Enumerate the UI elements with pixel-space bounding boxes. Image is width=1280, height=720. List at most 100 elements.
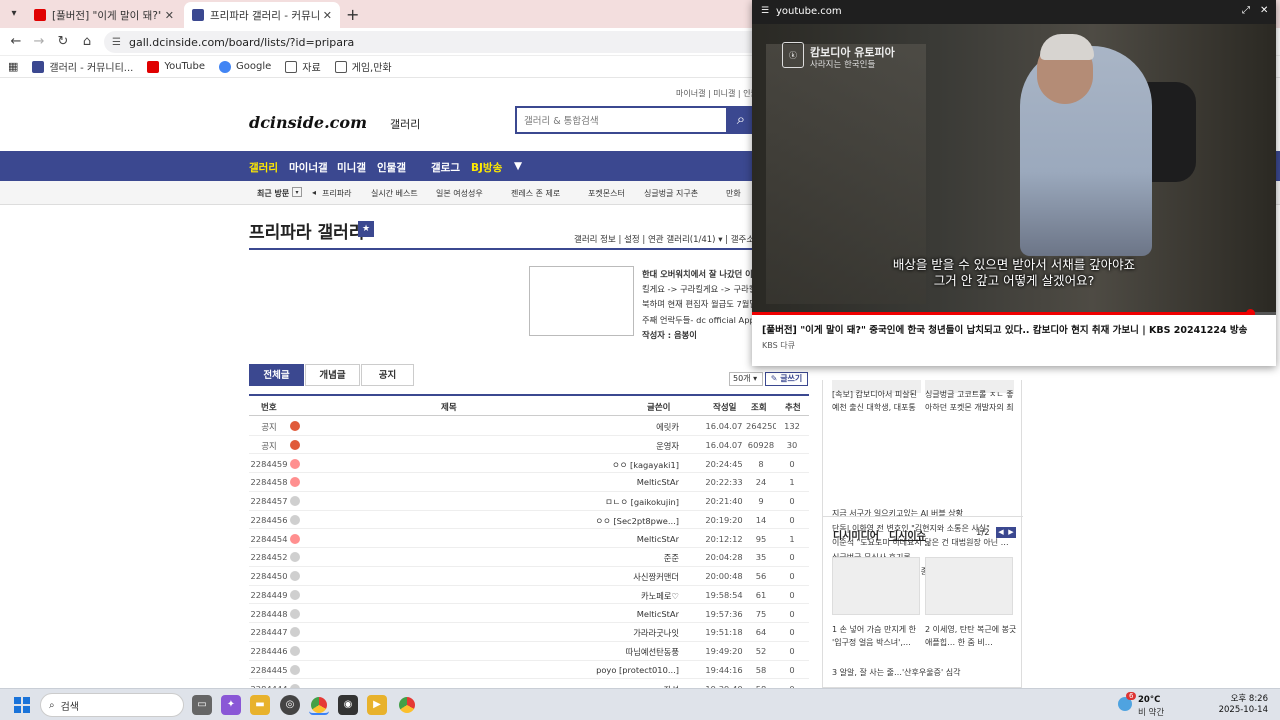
recent-item[interactable]: 포켓몬스터 bbox=[588, 188, 625, 199]
nav-bj[interactable]: BJ방송 bbox=[471, 160, 502, 175]
news-thumbnail[interactable] bbox=[529, 266, 634, 336]
side-news-item[interactable]: 북하며 현재 편집자 월급도 7월달 bbox=[642, 298, 756, 310]
post-writer[interactable]: MelticStAr bbox=[579, 477, 679, 487]
reload-icon[interactable]: ↻ bbox=[55, 34, 71, 50]
prev-icon[interactable]: ◀ bbox=[996, 527, 1006, 538]
table-row[interactable]: 2284452승리를 리스펙트하는 리듬이 준준20:04:28350 bbox=[249, 548, 809, 567]
site-logo[interactable]: dcinside.com bbox=[249, 113, 367, 132]
recent-toggle-icon[interactable]: ▾ bbox=[292, 187, 302, 197]
recent-item[interactable]: 실시간 베스트 bbox=[371, 188, 418, 199]
nav-person[interactable]: 인물갤 bbox=[377, 160, 406, 175]
app-icon[interactable]: ◎ bbox=[280, 695, 300, 715]
back-icon[interactable]: ← bbox=[8, 34, 24, 50]
progress-bar[interactable] bbox=[752, 309, 1276, 315]
chrome-icon[interactable] bbox=[309, 695, 329, 715]
close-tab-icon[interactable]: ✕ bbox=[323, 9, 332, 22]
post-writer[interactable]: 운영자 bbox=[579, 440, 679, 452]
tab-concept-posts[interactable]: 개념글 bbox=[305, 364, 360, 386]
task-view-icon[interactable]: ▭ bbox=[192, 695, 212, 715]
nav-mini[interactable]: 미니갤 bbox=[337, 160, 366, 175]
post-writer[interactable]: 사신짱커맨더 bbox=[579, 571, 679, 583]
table-row[interactable]: 2284445지혜 [9]poyo [protect010...]19:44:1… bbox=[249, 661, 809, 680]
bookmark-folder-data[interactable]: 자료 bbox=[285, 59, 321, 74]
video-title[interactable]: [풀버전] "이게 말이 돼?" 중국인에 한국 청년들이 납치되고 있다.. … bbox=[762, 322, 1266, 336]
table-row[interactable]: 공지프리파라 갤러리 이용안내 [132/1]운영자16.04.07609283… bbox=[249, 436, 809, 455]
table-row[interactable]: 공지★프리파라 갤러리에 오신 것을 환영합니다~ ★ [213]에릿카16.0… bbox=[249, 417, 809, 436]
table-row[interactable]: 2284444멀게 [7]자선19:39:40580 bbox=[249, 680, 809, 688]
tab-search-button[interactable]: ▾ bbox=[6, 6, 22, 22]
media-thumbnail[interactable] bbox=[925, 557, 1013, 615]
media-tab-dcmedia[interactable]: 디시미디어 bbox=[833, 527, 879, 542]
nav-minor[interactable]: 마이너갤 bbox=[289, 160, 328, 175]
table-row[interactable]: 2284454프리파라 아이카츠 극장판 앨범 수록곡 구드 [17]Melti… bbox=[249, 530, 809, 549]
close-icon[interactable]: ✕ bbox=[1260, 5, 1268, 16]
post-writer[interactable]: ㅇㅇ [Sec2pt8pwe...] bbox=[579, 515, 679, 527]
media-caption[interactable]: 2 이세영, 탄탄 복근에 봉긋 애플힙… 한 줌 비… bbox=[925, 623, 1017, 649]
back-to-tab-icon[interactable]: ⤢ bbox=[1242, 5, 1250, 16]
top-links[interactable]: 마이너갤 | 미니갤 | 인물 bbox=[676, 88, 758, 99]
bookmark-folder-games[interactable]: 게임,만화 bbox=[334, 59, 392, 74]
side-news-item[interactable]: 주째 언락두들- dc official App- bbox=[642, 314, 756, 326]
bookmark-gallery[interactable]: 갤러리 - 커뮤니티... bbox=[32, 59, 133, 74]
thumb-caption[interactable]: 싱글벙글 고코트롤 ㅈㄴ 좋아하던 포켓몬 개발자의 최 bbox=[925, 388, 1017, 416]
video-player[interactable]: ⓚ 캄보디아 유토피아 사라지는 한국인들 배상을 받을 수 있으면 받아서 서… bbox=[752, 24, 1276, 315]
post-writer[interactable]: 에릿카 bbox=[579, 421, 679, 433]
copilot-icon[interactable]: ✦ bbox=[221, 695, 241, 715]
table-row[interactable]: 2284449논의 정액 [3]카노페로♡19:58:54610 bbox=[249, 586, 809, 605]
post-writer[interactable]: ㅁㄴㅇ [gaikokujin] bbox=[579, 496, 679, 508]
close-tab-icon[interactable]: ✕ bbox=[165, 9, 174, 22]
recent-item[interactable]: 일본 여성성우 bbox=[436, 188, 483, 199]
picture-in-picture-window[interactable]: ☰ youtube.com ⤢ ✕ ⓚ 캄보디아 유토피아 사라지는 한국인들 … bbox=[752, 0, 1276, 366]
address-bar[interactable]: ☰ gall.dcinside.com/board/lists/?id=prip… bbox=[104, 31, 764, 53]
post-writer[interactable]: 가라라굿나잇 bbox=[579, 627, 679, 639]
nav-more-icon[interactable]: ▼ bbox=[514, 160, 522, 172]
tab-dcinside[interactable]: 프리파라 갤러리 - 커뮤니티 포 ✕ bbox=[184, 2, 340, 28]
thumb-caption[interactable]: [속보] 캄보디아서 피살된 예천 출신 대학생, 대포통 bbox=[832, 388, 924, 416]
recent-visit[interactable]: 최근 방문 bbox=[257, 188, 289, 199]
windows-start-icon[interactable] bbox=[14, 697, 30, 713]
search-input[interactable]: 갤러리 & 통합검색 bbox=[515, 106, 728, 134]
write-button[interactable]: ✎ 글쓰기 bbox=[765, 372, 808, 386]
taskbar-search[interactable]: ⌕ 검색 bbox=[40, 693, 184, 717]
table-row[interactable]: 2284447건방진넨 [6]가라라굿나잇19:51:18640 bbox=[249, 623, 809, 642]
apps-icon[interactable]: ▦ bbox=[8, 60, 18, 73]
bookmark-google[interactable]: Google bbox=[218, 60, 271, 73]
home-icon[interactable]: ⌂ bbox=[79, 34, 95, 50]
recent-item[interactable]: 젠레스 존 제로 bbox=[511, 188, 560, 199]
table-row[interactable]: 2284446쿨..쿨로바상?! [3]따님예선탄동풍19:49:20520 bbox=[249, 642, 809, 661]
post-writer[interactable]: ㅇㅇ [kagayaki1] bbox=[579, 459, 679, 471]
gallery-info-links[interactable]: 갤러리 정보 | 설정 | 연관 갤러리(1/41) ▾ | 갤주소 bbox=[574, 233, 754, 245]
side-news-item[interactable]: 한대 오버워치에서 잘 나갔던 이터 bbox=[642, 268, 756, 280]
app-icon[interactable]: ◉ bbox=[338, 695, 358, 715]
site-info-icon[interactable]: ☰ bbox=[112, 37, 121, 48]
recent-item[interactable]: 싱글벙글 지구촌 bbox=[644, 188, 698, 199]
nav-gallery[interactable]: 갤러리 bbox=[249, 160, 278, 175]
nav-gallog[interactable]: 갤로그 bbox=[431, 160, 460, 175]
side-news-item[interactable]: 킬게요 -> 구라킬게요 -> 구라킬게 bbox=[642, 283, 756, 295]
table-row[interactable]: 2284459젠장, 또 존케야 ㅇㅇ [kagayaki1]20:24:458… bbox=[249, 455, 809, 474]
table-row[interactable]: 2284458공유글에 시비 좀 채 걸지 마라 [1]MelticStAr20… bbox=[249, 473, 809, 492]
recent-item[interactable]: 만화 bbox=[726, 188, 741, 199]
post-writer[interactable]: MelticStAr bbox=[579, 609, 679, 619]
clock[interactable]: 오후 8:26 2025-10-14 bbox=[1212, 694, 1268, 716]
tab-notice[interactable]: 공지 bbox=[361, 364, 414, 386]
site-info-icon[interactable]: ☰ bbox=[761, 6, 769, 16]
table-row[interactable]: 2284450x짓물 [6]사신짱커맨더20:00:48560 bbox=[249, 567, 809, 586]
tab-youtube[interactable]: [풀버전] "이게 말이 돼?" 중 ✕ bbox=[26, 2, 182, 28]
post-writer[interactable]: poyo [protect010...] bbox=[579, 665, 679, 675]
progress-handle[interactable] bbox=[1245, 309, 1255, 315]
search-icon[interactable]: ⌕ bbox=[728, 106, 754, 134]
post-writer[interactable]: 따님예선탄동풍 bbox=[579, 646, 679, 658]
table-row[interactable]: 2284448긴급속보 [7]MelticStAr19:57:36750 bbox=[249, 605, 809, 624]
table-row[interactable]: 2284456도키에키 선전부<<친한이야? [1]ㅇㅇ [Sec2pt8pwe… bbox=[249, 511, 809, 530]
per-page-select[interactable]: 50개 ▾ bbox=[729, 372, 763, 386]
post-writer[interactable]: MelticStAr bbox=[579, 534, 679, 544]
channel-name[interactable]: KBS 다큐 bbox=[762, 340, 795, 351]
media-app-icon[interactable]: ▶ bbox=[367, 695, 387, 715]
media-caption[interactable]: 1 손 넣어 가슴 만지게 한 '입구정 얼음 박스녀',… bbox=[832, 623, 924, 649]
side-news-item[interactable]: 작성자 : 음봉이 bbox=[642, 329, 756, 341]
post-writer[interactable]: 카노페로♡ bbox=[579, 590, 679, 602]
weather-widget[interactable]: 6 20°C 비 약간 bbox=[1118, 692, 1188, 718]
media-thumbnail[interactable] bbox=[832, 557, 920, 615]
chrome-profile-icon[interactable] bbox=[397, 695, 417, 715]
